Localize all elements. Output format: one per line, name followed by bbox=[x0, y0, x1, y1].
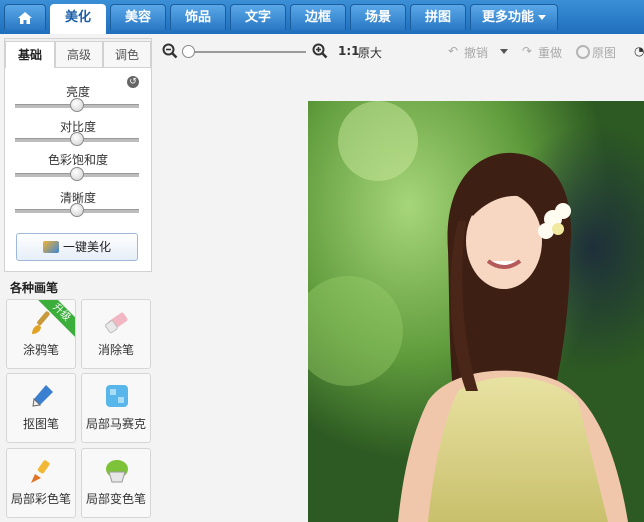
eraser-icon bbox=[105, 312, 128, 334]
saturation-label: 色彩饱和度 bbox=[47, 153, 108, 167]
actual-size-ratio[interactable]: 1:1 bbox=[338, 44, 360, 58]
tab-accessories[interactable]: 饰品 bbox=[170, 4, 226, 30]
tool-label: 局部变色笔 bbox=[85, 492, 146, 506]
brushes-title: 各种画笔 bbox=[10, 281, 59, 295]
saturation-slider[interactable] bbox=[15, 167, 139, 181]
tab-label: 边框 bbox=[304, 10, 331, 25]
tab-beauty[interactable]: 美容 bbox=[110, 4, 166, 30]
mosaic-tool[interactable]: 局部马赛克 bbox=[81, 373, 151, 443]
eraser-tool[interactable]: 消除笔 bbox=[81, 299, 151, 369]
redo-icon[interactable]: ↷ bbox=[522, 44, 532, 58]
tab-label: 饰品 bbox=[184, 10, 211, 25]
top-nav: 美化 美容 饰品 文字 边框 场景 拼图 更多功能 bbox=[0, 0, 644, 34]
undo-button[interactable]: 撤销 bbox=[464, 44, 488, 61]
tool-label: 局部彩色笔 bbox=[10, 492, 71, 506]
tool-label: 局部马赛克 bbox=[85, 417, 146, 431]
tool-label: 抠图笔 bbox=[22, 417, 59, 431]
zoom-knob[interactable] bbox=[182, 45, 195, 58]
cutout-pen-tool[interactable]: 抠图笔 bbox=[6, 373, 76, 443]
zoom-in-icon[interactable] bbox=[312, 43, 328, 59]
subtab-advanced[interactable]: 高级 bbox=[55, 41, 103, 67]
undo-history-chevron-down-icon[interactable] bbox=[500, 49, 508, 54]
actual-size-label[interactable]: 原大 bbox=[358, 44, 382, 61]
home-icon bbox=[18, 12, 32, 24]
pen-icon bbox=[32, 385, 53, 407]
tool-label: 涂鸦笔 bbox=[22, 343, 59, 357]
zoom-out-icon[interactable] bbox=[162, 43, 178, 59]
chevron-down-icon bbox=[538, 15, 546, 20]
tab-border[interactable]: 边框 bbox=[290, 4, 346, 30]
subtab-label: 调色 bbox=[114, 48, 139, 62]
paint-bucket-icon bbox=[106, 460, 128, 483]
canvas-toolbar: 1:1 原大 ↶ 撤销 ↷ 重做 原图 ◔ bbox=[156, 38, 644, 66]
tab-label: 场景 bbox=[364, 10, 391, 25]
original-icon bbox=[576, 45, 590, 59]
slider-knob[interactable] bbox=[70, 132, 84, 146]
home-tab[interactable] bbox=[4, 4, 46, 30]
zoom-slider[interactable] bbox=[182, 45, 306, 58]
tab-label: 美容 bbox=[124, 10, 151, 25]
contrast-slider[interactable] bbox=[15, 132, 139, 146]
local-recolor-tool[interactable]: 局部变色笔 bbox=[81, 448, 151, 518]
tab-beautify[interactable]: 美化 bbox=[50, 4, 106, 34]
doodle-brush-tool[interactable]: 升级 涂鸦笔 bbox=[6, 299, 76, 369]
subtabs: 基础 高级 调色 bbox=[5, 39, 151, 68]
tab-text[interactable]: 文字 bbox=[230, 4, 286, 30]
slider-knob[interactable] bbox=[70, 98, 84, 112]
tab-more[interactable]: 更多功能 bbox=[470, 4, 558, 30]
tab-label: 更多功能 bbox=[481, 10, 534, 25]
local-color-brush-tool[interactable]: 局部彩色笔 bbox=[6, 448, 76, 518]
subtab-color[interactable]: 调色 bbox=[103, 41, 151, 67]
portrait-photo bbox=[308, 101, 644, 522]
subtab-basic[interactable]: 基础 bbox=[5, 41, 55, 68]
subtab-label: 高级 bbox=[66, 48, 91, 62]
undo-icon[interactable]: ↶ bbox=[448, 44, 458, 58]
one-key-beautify-button[interactable]: 一键美化 bbox=[16, 233, 138, 261]
tool-label: 消除笔 bbox=[97, 343, 134, 357]
tab-collage[interactable]: 拼图 bbox=[410, 4, 466, 30]
tab-scene[interactable]: 场景 bbox=[350, 4, 406, 30]
brightness-slider[interactable] bbox=[15, 98, 139, 112]
adjust-panel: 基础 高级 调色 ↺ 亮度 对比度 色彩饱和度 清晰度 一键美化 bbox=[4, 38, 152, 272]
subtab-label: 基础 bbox=[17, 48, 42, 62]
tab-label: 美化 bbox=[64, 10, 91, 25]
original-button[interactable]: 原图 bbox=[592, 44, 616, 61]
color-brush-icon bbox=[31, 460, 50, 483]
slider-knob[interactable] bbox=[70, 203, 84, 217]
magic-icon bbox=[42, 241, 59, 253]
redo-button[interactable]: 重做 bbox=[538, 44, 562, 61]
photo-canvas[interactable] bbox=[308, 101, 644, 522]
tab-label: 拼图 bbox=[424, 10, 451, 25]
sharpness-slider[interactable] bbox=[15, 203, 139, 217]
button-label: 一键美化 bbox=[62, 240, 111, 254]
compare-eye-icon[interactable]: ◔ bbox=[634, 44, 644, 58]
slider-knob[interactable] bbox=[70, 167, 84, 181]
tab-label: 文字 bbox=[244, 10, 271, 25]
mosaic-icon bbox=[106, 385, 128, 407]
